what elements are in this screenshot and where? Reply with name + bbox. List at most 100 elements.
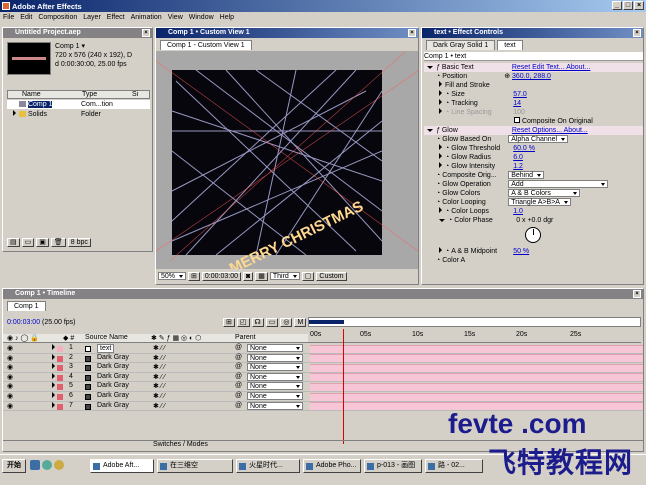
parent-spiral-icon[interactable]: @ — [235, 382, 242, 389]
fx-size[interactable]: ◔ Size 57.0 — [424, 90, 643, 99]
label-color-swatch[interactable] — [57, 394, 63, 400]
stopwatch-icon[interactable]: ◔ — [436, 73, 440, 80]
layer-name[interactable]: Dark Gray — [97, 363, 129, 370]
fx-glow-based-on[interactable]: ◔ Glow Based On Alpha Channel — [424, 135, 643, 144]
expand-icon[interactable] — [52, 353, 55, 360]
expand-icon[interactable] — [52, 363, 55, 370]
label-color-swatch[interactable] — [57, 346, 63, 352]
taskbar-item-paint[interactable]: p-013 - 画图 — [364, 459, 422, 473]
menu-layer[interactable]: Layer — [83, 12, 101, 24]
close-icon[interactable]: × — [633, 290, 641, 298]
fx-glow-threshold[interactable]: ◔ Glow Threshold 60.0 % — [424, 144, 643, 153]
bpc-button[interactable]: 8 bpc — [67, 238, 91, 247]
motion-blur-icon[interactable]: ◎ — [280, 318, 293, 327]
close-icon[interactable]: × — [142, 29, 150, 37]
hide-shy-icon[interactable]: ☊ — [251, 318, 264, 327]
media-icon[interactable] — [54, 460, 64, 470]
layer-row[interactable]: ◉ 3 Dark Gray ✱ ⁄ ⁄ @ None — [3, 363, 643, 373]
parent-dropdown[interactable]: None — [247, 353, 303, 362]
channel-icon[interactable]: ▦ — [255, 271, 268, 281]
maximize-button[interactable]: □ — [623, 1, 633, 10]
comp-mini-flowchart-icon[interactable]: ⊞ — [223, 318, 235, 327]
expand-icon[interactable] — [52, 401, 55, 408]
browser-icon[interactable] — [42, 460, 52, 470]
parent-dropdown[interactable]: None — [247, 392, 303, 400]
tab-dark-gray-solid[interactable]: Dark Gray Solid 1 — [426, 40, 496, 50]
current-time-indicator[interactable] — [343, 329, 344, 444]
timeline-title[interactable]: Comp 1 • Timeline × — [3, 289, 643, 299]
trash-icon[interactable]: 🗑 — [50, 238, 66, 247]
menu-help[interactable]: Help — [220, 12, 234, 24]
parent-spiral-icon[interactable]: @ — [235, 402, 242, 409]
layer-row[interactable]: ◉ 1 text ✱ ⁄ ⁄ @ None — [3, 344, 643, 354]
layer-duration-bar[interactable] — [310, 382, 643, 391]
fx-color-a[interactable]: ◔ Color A — [424, 256, 643, 265]
comp-name-label[interactable]: Comp 1 ▾ — [55, 42, 85, 51]
fx-glow-radius[interactable]: ◔ Glow Radius 6.0 — [424, 153, 643, 162]
parent-spiral-icon[interactable]: @ — [235, 344, 242, 351]
expand-icon[interactable] — [52, 372, 55, 379]
desktop-icon[interactable] — [30, 460, 40, 470]
layer-name[interactable]: Dark Gray — [97, 373, 129, 380]
fx-composite-orig[interactable]: ◔ Composite Orig... Behind — [424, 171, 643, 180]
new-folder-icon[interactable]: ▭ — [21, 238, 35, 247]
parent-spiral-icon[interactable]: @ — [235, 354, 242, 361]
new-comp-icon[interactable]: ▣ — [36, 238, 49, 247]
expand-icon[interactable] — [13, 110, 16, 116]
taskbar-item-photoshop[interactable]: Adobe Pho... — [303, 459, 361, 473]
dial-icon[interactable] — [525, 227, 541, 243]
visibility-eye-icon[interactable]: ◉ — [7, 344, 13, 352]
viewer-panel-title[interactable]: Comp 1 • Custom View 1 × — [156, 28, 418, 38]
timeline-timecode[interactable]: 0:00:03:00 (25.00 fps) — [7, 319, 76, 329]
fx-glow-operation[interactable]: ◔ Glow Operation Add — [424, 180, 643, 189]
fx-composite-original[interactable]: Composite On Original — [424, 117, 643, 126]
layer-duration-bar[interactable] — [310, 344, 643, 353]
frame-blending-icon[interactable]: ▭ — [265, 318, 279, 327]
layer-duration-bar[interactable] — [310, 392, 643, 401]
effect-controls-title[interactable]: text • Effect Controls × — [422, 28, 643, 38]
snapshot-icon[interactable]: ◙ — [242, 271, 254, 281]
menu-effect[interactable]: Effect — [107, 12, 125, 24]
layer-duration-bar[interactable] — [310, 363, 643, 372]
layer-duration-bar[interactable] — [310, 354, 643, 363]
fx-color-loops[interactable]: ◔ Color Loops 1.0 — [424, 207, 643, 216]
safe-zones-icon[interactable]: ⊞ — [188, 271, 200, 281]
layer-switches-icon[interactable]: ✱ ⁄ ⁄ — [153, 354, 165, 362]
label-color-swatch[interactable] — [57, 374, 63, 381]
layer-switches-icon[interactable]: ✱ ⁄ ⁄ — [153, 392, 165, 400]
layer-name[interactable]: Dark Gray — [97, 382, 129, 389]
layer-name[interactable]: Dark Gray — [97, 402, 129, 409]
visibility-eye-icon[interactable]: ◉ — [7, 392, 13, 400]
close-button[interactable]: × — [634, 1, 644, 10]
layer-switches-icon[interactable]: ✱ ⁄ ⁄ — [153, 402, 165, 410]
label-color-swatch[interactable] — [57, 403, 63, 410]
switches-modes-toggle[interactable]: Switches / Modes — [153, 441, 208, 448]
parent-dropdown[interactable]: None — [247, 344, 303, 352]
visibility-eye-icon[interactable]: ◉ — [7, 373, 13, 381]
menu-animation[interactable]: Animation — [131, 12, 162, 24]
visibility-eye-icon[interactable]: ◉ — [7, 402, 13, 410]
timeline-tab[interactable]: Comp 1 — [7, 301, 46, 311]
viewer-tab[interactable]: Comp 1 - Custom View 1 — [160, 40, 252, 50]
layer-duration-bar[interactable] — [310, 373, 643, 382]
graph-editor-icon[interactable]: M — [294, 318, 307, 327]
work-area-bar[interactable] — [309, 320, 344, 324]
fx-ab-midpoint[interactable]: ◔ A & B Midpoint 50 % — [424, 247, 643, 256]
layer-row[interactable]: ◉ 6 Dark Gray ✱ ⁄ ⁄ @ None — [3, 392, 643, 402]
layer-name[interactable]: text — [97, 344, 115, 353]
taskbar-item-3d[interactable]: 在三维空 — [157, 459, 233, 473]
parent-dropdown[interactable]: None — [247, 363, 303, 372]
interpret-footage-icon[interactable]: ▤ — [7, 238, 20, 247]
roi-icon[interactable]: ▢ — [301, 271, 315, 281]
layer-switches-icon[interactable]: ✱ ⁄ ⁄ — [153, 373, 165, 381]
column-size[interactable]: Si — [132, 91, 147, 98]
resolution-dropdown[interactable]: Third — [269, 272, 300, 280]
column-source-name[interactable]: Source Name — [85, 334, 128, 341]
visibility-eye-icon[interactable]: ◉ — [7, 363, 13, 371]
view-dropdown[interactable]: Custom — [316, 271, 347, 281]
minimize-button[interactable]: _ — [612, 1, 622, 10]
expand-icon[interactable] — [52, 392, 55, 398]
layer-switches-icon[interactable]: ✱ ⁄ ⁄ — [153, 363, 165, 371]
fx-glow-colors[interactable]: ◔ Glow Colors A & B Colors — [424, 189, 643, 198]
fx-glow[interactable]: ƒ Glow Reset Options... About... — [424, 126, 643, 135]
